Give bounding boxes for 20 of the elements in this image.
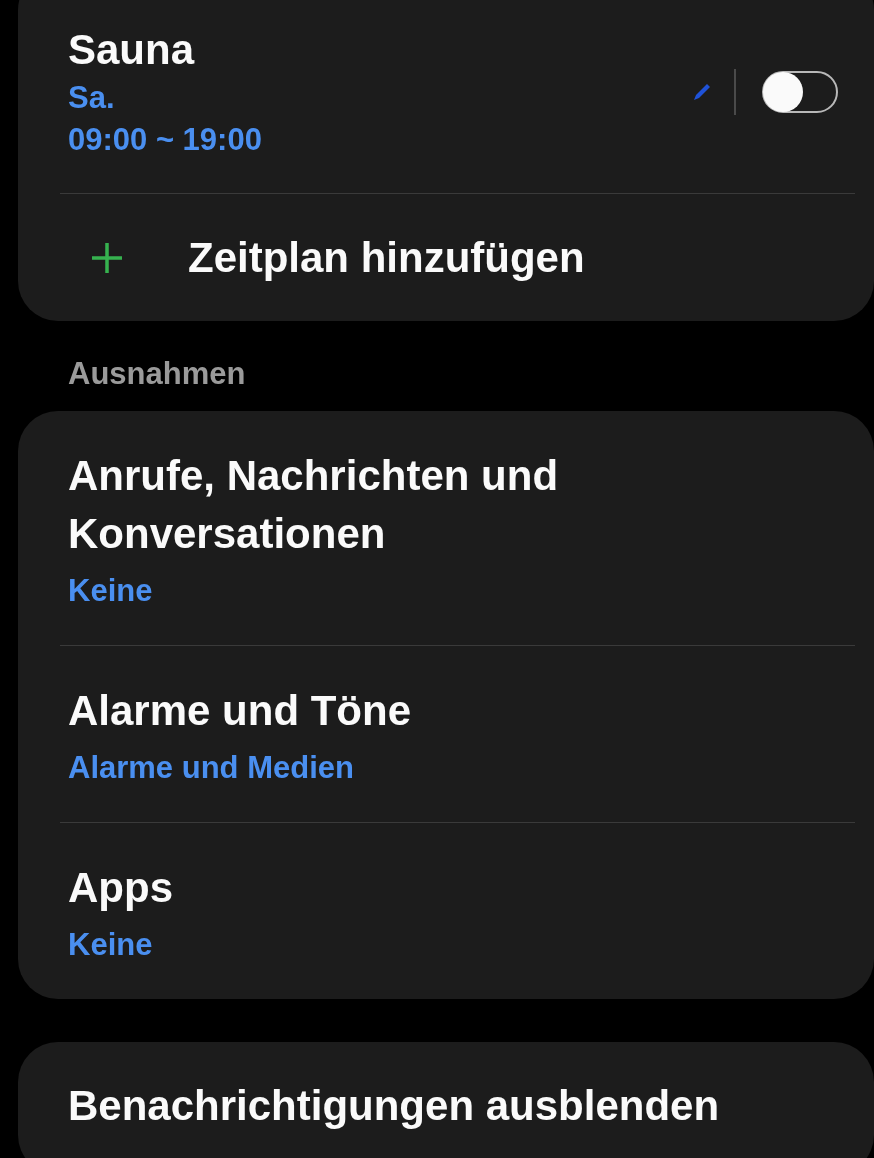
item-title: Benachrichtigungen ausblenden — [68, 1081, 721, 1131]
settings-card[interactable]: Benachrichtigungen ausblenden — [18, 1042, 874, 1158]
item-value: Keine — [68, 926, 154, 964]
plus-icon — [90, 240, 124, 275]
item-title: Anrufe, Nachrichten und Konversationen — [68, 451, 560, 559]
add-schedule-label: Zeitplan hinzufügen — [188, 232, 585, 283]
exception-item[interactable]: Anrufe, Nachrichten und Konversationen Keine — [18, 411, 874, 645]
add-schedule-row[interactable]: Zeitplan hinzufügen — [18, 194, 874, 321]
schedule-days: Sa. — [68, 77, 692, 119]
exception-item[interactable]: Alarme und Töne Alarme und Medien — [18, 646, 874, 822]
schedule-title: Sauna — [68, 25, 196, 75]
item-title: Alarme und Töne — [68, 686, 413, 736]
item-title: Apps — [68, 863, 174, 913]
item-value: Keine — [68, 572, 154, 610]
item-value: Alarme und Medien — [68, 749, 355, 787]
schedule-time: 09:00 ~ 19:00 — [68, 121, 263, 159]
toggle-switch[interactable] — [762, 71, 838, 113]
section-header: Ausnahmen — [67, 355, 247, 393]
edit-icon[interactable] — [692, 82, 712, 102]
exception-item[interactable]: Apps Keine — [18, 823, 874, 999]
